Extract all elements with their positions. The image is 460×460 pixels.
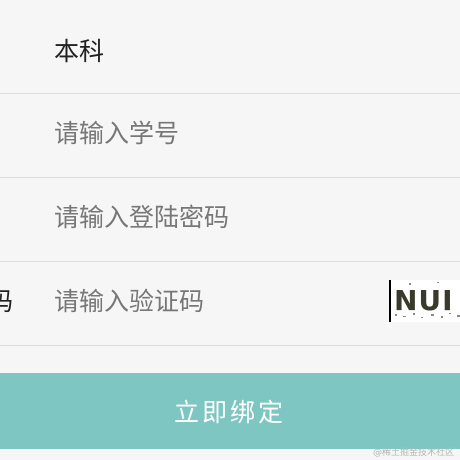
captcha-label: 码 — [0, 287, 14, 316]
watermark: @稀土掘金技术社区 — [372, 448, 454, 458]
captcha-noise: NUI — [394, 282, 460, 318]
bind-now-button[interactable]: 立即绑定 — [0, 373, 460, 449]
bind-account-screen: 本科 请输入学号 请输入登陆密码 码 请输入验证码 NUI 立即绑定 @稀土掘金… — [0, 0, 460, 460]
captcha-image[interactable]: NUI — [389, 280, 460, 322]
student-id-input[interactable]: 请输入学号 — [54, 119, 179, 149]
captcha-row[interactable]: 码 请输入验证码 NUI — [0, 262, 460, 346]
captcha-text: NUI — [394, 284, 454, 317]
password-row[interactable]: 请输入登陆密码 — [0, 178, 460, 262]
captcha-input[interactable]: 请输入验证码 — [54, 287, 204, 317]
student-id-row[interactable]: 请输入学号 — [0, 94, 460, 178]
degree-row[interactable]: 本科 — [0, 0, 460, 94]
degree-value: 本科 — [54, 37, 105, 66]
password-input[interactable]: 请输入登陆密码 — [54, 203, 229, 233]
